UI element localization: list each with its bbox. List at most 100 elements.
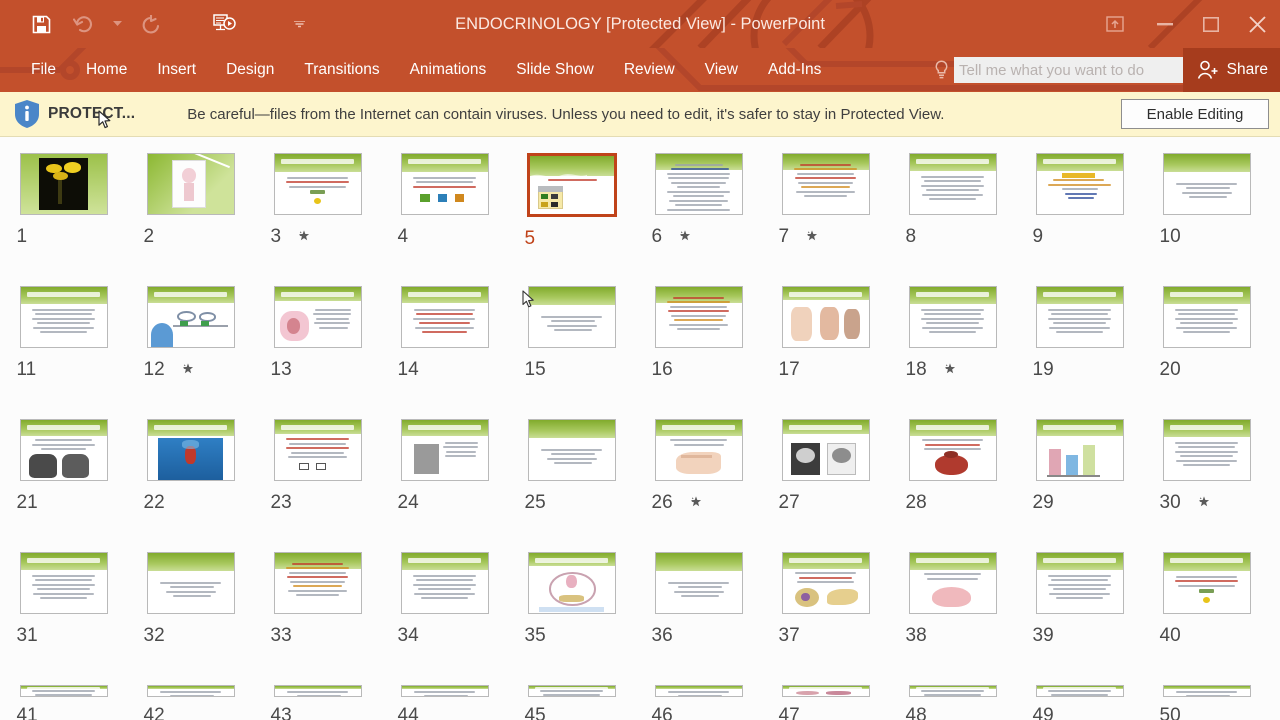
slide-thumbnail-1[interactable]: 1 <box>0 153 127 286</box>
slide-thumbnail-28[interactable]: 28 <box>889 419 1016 552</box>
slide-preview[interactable] <box>1162 685 1251 697</box>
slide-preview[interactable] <box>400 153 489 215</box>
slide-preview[interactable] <box>654 685 743 697</box>
slide-preview[interactable] <box>908 419 997 481</box>
slide-preview[interactable] <box>400 286 489 348</box>
enable-editing-button[interactable]: Enable Editing <box>1121 99 1269 129</box>
tab-animations[interactable]: Animations <box>395 48 502 92</box>
redo-icon[interactable] <box>130 4 172 44</box>
start-slideshow-icon[interactable] <box>204 4 246 44</box>
slide-thumbnail-26[interactable]: 26 <box>635 419 762 552</box>
undo-dropdown-icon[interactable] <box>104 4 130 44</box>
slide-preview[interactable] <box>527 552 616 614</box>
slide-thumbnail-21[interactable]: 21 <box>0 419 127 552</box>
slide-preview[interactable] <box>781 153 870 215</box>
slide-thumbnail-37[interactable]: 37 <box>762 552 889 685</box>
slide-preview[interactable] <box>908 552 997 614</box>
slide-thumbnail-2[interactable]: 2 <box>127 153 254 286</box>
slide-thumbnail-19[interactable]: 19 <box>1016 286 1143 419</box>
slide-preview[interactable] <box>527 286 616 348</box>
slide-preview[interactable] <box>146 685 235 697</box>
slide-sorter-pane[interactable]: 1 2 3 4 5 6 7 8 9 10 11 12 13 14 15 16 17 18 19 20 21 22 23 24 2… <box>0 137 1280 720</box>
tab-slide-show[interactable]: Slide Show <box>501 48 609 92</box>
slide-preview[interactable] <box>1035 286 1124 348</box>
slide-preview[interactable] <box>146 419 235 481</box>
quick-access-toolbar[interactable] <box>0 0 312 48</box>
slide-thumbnail-16[interactable]: 16 <box>635 286 762 419</box>
slide-preview[interactable] <box>526 153 617 217</box>
slide-preview[interactable] <box>654 153 743 215</box>
slide-preview[interactable] <box>1035 552 1124 614</box>
slide-thumbnail-33[interactable]: 33 <box>254 552 381 685</box>
save-icon[interactable] <box>20 4 62 44</box>
slide-preview[interactable] <box>1162 419 1251 481</box>
slide-preview[interactable] <box>400 552 489 614</box>
slide-preview[interactable] <box>781 419 870 481</box>
tab-design[interactable]: Design <box>211 48 289 92</box>
slide-preview[interactable] <box>654 419 743 481</box>
slide-preview[interactable] <box>1035 419 1124 481</box>
slide-preview[interactable] <box>400 419 489 481</box>
ribbon-display-options-icon[interactable] <box>1088 2 1142 46</box>
slide-thumbnail-30[interactable]: 30 <box>1143 419 1270 552</box>
slide-preview[interactable] <box>908 685 997 697</box>
slide-preview[interactable] <box>1162 552 1251 614</box>
slide-thumbnail-4[interactable]: 4 <box>381 153 508 286</box>
tab-insert[interactable]: Insert <box>142 48 211 92</box>
slide-thumbnail-11[interactable]: 11 <box>0 286 127 419</box>
slide-preview[interactable] <box>273 552 362 614</box>
slide-thumbnail-25[interactable]: 25 <box>508 419 635 552</box>
window-controls[interactable] <box>1088 0 1280 48</box>
slide-preview[interactable] <box>19 419 108 481</box>
slide-preview[interactable] <box>19 685 108 697</box>
slide-thumbnail-40[interactable]: 40 <box>1143 552 1270 685</box>
slide-thumbnail-14[interactable]: 14 <box>381 286 508 419</box>
close-icon[interactable] <box>1234 2 1280 46</box>
slide-preview[interactable] <box>908 153 997 215</box>
slide-thumbnail-41[interactable]: 41 <box>0 685 127 720</box>
tell-me-input[interactable]: Tell me what you want to do <box>954 57 1186 83</box>
slide-thumbnail-7[interactable]: 7 <box>762 153 889 286</box>
slide-thumbnail-34[interactable]: 34 <box>381 552 508 685</box>
slide-preview[interactable] <box>527 419 616 481</box>
slide-preview[interactable] <box>527 685 616 697</box>
slide-preview[interactable] <box>1162 286 1251 348</box>
slide-preview[interactable] <box>273 153 362 215</box>
slide-thumbnail-49[interactable]: 49 <box>1016 685 1143 720</box>
slide-preview[interactable] <box>273 286 362 348</box>
tab-file[interactable]: File <box>16 48 71 92</box>
maximize-icon[interactable] <box>1188 2 1234 46</box>
tab-home[interactable]: Home <box>71 48 142 92</box>
slide-preview[interactable] <box>273 685 362 697</box>
slide-thumbnail-8[interactable]: 8 <box>889 153 1016 286</box>
slide-preview[interactable] <box>19 552 108 614</box>
slide-thumbnail-20[interactable]: 20 <box>1143 286 1270 419</box>
tab-add-ins[interactable]: Add-Ins <box>753 48 836 92</box>
customize-qat-icon[interactable] <box>286 4 312 44</box>
slide-thumbnail-46[interactable]: 46 <box>635 685 762 720</box>
slide-preview[interactable] <box>146 286 235 348</box>
slide-thumbnail-31[interactable]: 31 <box>0 552 127 685</box>
slide-thumbnail-5[interactable]: 5 <box>508 153 635 286</box>
slide-preview[interactable] <box>1162 153 1251 215</box>
slide-preview[interactable] <box>19 153 108 215</box>
slide-thumbnail-3[interactable]: 3 <box>254 153 381 286</box>
slide-thumbnail-15[interactable]: 15 <box>508 286 635 419</box>
tab-view[interactable]: View <box>690 48 753 92</box>
tab-transitions[interactable]: Transitions <box>289 48 394 92</box>
slide-preview[interactable] <box>146 552 235 614</box>
slide-thumbnail-22[interactable]: 22 <box>127 419 254 552</box>
slide-preview[interactable] <box>146 153 235 215</box>
slide-preview[interactable] <box>654 552 743 614</box>
slide-preview[interactable] <box>781 552 870 614</box>
slide-thumbnail-38[interactable]: 38 <box>889 552 1016 685</box>
slide-thumbnail-35[interactable]: 35 <box>508 552 635 685</box>
slide-thumbnail-47[interactable]: 47 <box>762 685 889 720</box>
slide-thumbnail-17[interactable]: 17 <box>762 286 889 419</box>
slide-thumbnail-36[interactable]: 36 <box>635 552 762 685</box>
slide-thumbnail-45[interactable]: 45 <box>508 685 635 720</box>
slide-thumbnail-43[interactable]: 43 <box>254 685 381 720</box>
slide-thumbnail-39[interactable]: 39 <box>1016 552 1143 685</box>
slide-preview[interactable] <box>1035 153 1124 215</box>
minimize-icon[interactable] <box>1142 2 1188 46</box>
